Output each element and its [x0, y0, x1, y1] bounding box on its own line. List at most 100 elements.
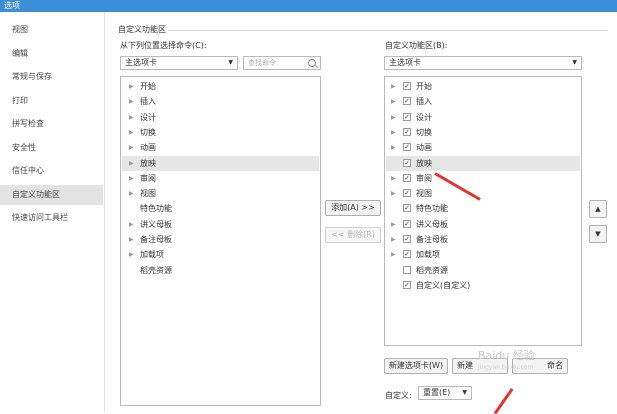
list-item[interactable]: ✓ 特色功能 [386, 201, 580, 216]
triangle-right-icon[interactable]: ▶ [129, 171, 134, 186]
check-icon[interactable]: ✓ [403, 97, 411, 106]
check-icon[interactable]: ✓ [403, 82, 411, 90]
triangle-right-icon[interactable]: ▶ [129, 232, 134, 247]
sidebar-item[interactable]: 快速访问工具栏 [0, 208, 103, 228]
list-item[interactable]: ✓ 放映 [386, 155, 580, 171]
list-item[interactable]: ▶ ✓ 开始 [386, 79, 580, 94]
list-item[interactable]: ▶ ✓ 动画 [386, 140, 580, 155]
list-item[interactable]: ▶ ✓ 审阅 [386, 171, 580, 186]
triangle-right-icon[interactable]: ▶ [391, 171, 396, 186]
triangle-right-icon[interactable]: ▶ [129, 94, 134, 109]
command-search-input[interactable]: 查找命令 [243, 56, 321, 70]
check-icon[interactable] [403, 265, 411, 274]
new-tab-button[interactable]: 新建选项卡(W) [384, 358, 448, 374]
triangle-down-icon: ▼ [595, 230, 601, 238]
list-item[interactable]: ▶ 讲义母板 [122, 217, 319, 232]
left-commands-list[interactable]: ▶ 开始 ▶ 插入 ▶ 设计 ▶ 切换 ▶ 动画 ▶ 放映 ▶ 审阅 ▶ 视图 特色功能 ▶ 讲义母板 ▶ 备注母板 ▶ 加… [120, 76, 321, 406]
right-ribbon-label: 自定义功能区(B): [385, 41, 448, 50]
triangle-right-icon[interactable]: ▶ [129, 156, 134, 171]
triangle-right-icon[interactable]: ▶ [129, 217, 134, 232]
list-item[interactable]: ▶ ✓ 备注母板 [386, 232, 580, 247]
sidebar-item[interactable]: 自定义功能区 [0, 184, 103, 205]
triangle-right-icon[interactable]: ▶ [391, 110, 396, 125]
triangle-right-icon[interactable]: ▶ [391, 186, 396, 201]
list-item[interactable]: ✓ 自定义(自定义) [386, 278, 580, 293]
list-item[interactable]: ▶ 插入 [122, 94, 319, 109]
left-commands-dropdown[interactable]: 主选项卡 ▼ [120, 56, 238, 70]
sidebar-item[interactable]: 常规与保存 [0, 67, 103, 87]
check-icon[interactable]: ✓ [403, 235, 411, 243]
triangle-right-icon[interactable]: ▶ [391, 79, 396, 94]
triangle-right-icon[interactable]: ▶ [129, 125, 134, 140]
window-title: 选项 [4, 1, 20, 10]
move-up-button[interactable]: ▲ [589, 200, 607, 218]
list-item[interactable]: ▶ 审阅 [122, 171, 319, 186]
sidebar-item[interactable]: 视图 [0, 20, 103, 40]
remove-button[interactable]: << 删除(R) [325, 227, 381, 243]
check-icon[interactable]: ✓ [403, 189, 411, 198]
list-item-label: 切换 [140, 127, 156, 137]
list-item[interactable]: 稻壳资源 [386, 263, 580, 278]
triangle-right-icon[interactable]: ▶ [129, 79, 134, 94]
triangle-right-icon[interactable]: ▶ [391, 140, 396, 155]
list-item[interactable]: ▶ 备注母板 [122, 232, 319, 247]
check-icon[interactable]: ✓ [403, 204, 411, 213]
check-icon[interactable]: ✓ [403, 219, 411, 228]
list-item[interactable]: ▶ 开始 [122, 79, 319, 94]
options-sidebar: 视图编辑常规与保存打印拼写检查安全性信任中心自定义功能区 快速访问工具栏 [0, 12, 105, 412]
list-item[interactable]: ▶ ✓ 插入 [386, 94, 580, 109]
list-item[interactable]: ▶ 设计 [122, 110, 319, 125]
sidebar-item[interactable]: 编辑 [0, 44, 103, 64]
watermark-url: jingyan.baidu.com [478, 364, 534, 371]
list-item[interactable]: 特色功能 [122, 201, 319, 216]
check-icon[interactable]: ✓ [403, 143, 411, 152]
list-item-label: 插入 [416, 97, 432, 107]
reset-dropdown-button[interactable]: 重置(E) ▼ [418, 386, 472, 400]
list-item-label: 开始 [416, 82, 432, 91]
list-item-label: 讲义母板 [140, 219, 172, 229]
sidebar-item[interactable]: 打印 [0, 91, 103, 111]
search-icon [308, 59, 316, 67]
list-item[interactable]: ▶ 放映 [122, 155, 319, 171]
list-item[interactable]: ▶ 切换 [122, 125, 319, 140]
sidebar-item[interactable]: 安全性 [0, 138, 103, 158]
list-item-label: 开始 [140, 82, 156, 91]
right-ribbon-dropdown[interactable]: 主选项卡 ▼ [384, 56, 582, 70]
sidebar-item[interactable]: 信任中心 [0, 161, 103, 181]
check-icon[interactable]: ✓ [403, 173, 411, 182]
list-item[interactable]: 稻壳资源 [122, 263, 319, 278]
triangle-right-icon[interactable]: ▶ [129, 247, 134, 262]
add-button[interactable]: 添加(A) >> [325, 200, 381, 216]
list-item[interactable]: ▶ ✓ 视图 [386, 186, 580, 201]
triangle-right-icon[interactable]: ▶ [391, 94, 396, 109]
triangle-right-icon[interactable]: ▶ [391, 125, 396, 140]
list-item[interactable]: ▶ ✓ 加载项 [386, 247, 580, 262]
list-item-label: 稻壳资源 [140, 265, 172, 275]
right-ribbon-list[interactable]: ▶ ✓ 开始 ▶ ✓ 插入 ▶ ✓ 设计 ▶ ✓ 切换 ▶ ✓ 动画 ✓ 放映 ▶ ✓ 审阅 ▶ ✓ 视图 ✓ 特色功能 ▶ ✓ 讲义… [384, 76, 582, 346]
check-icon[interactable]: ✓ [403, 280, 411, 289]
check-icon[interactable]: ✓ [403, 127, 411, 136]
check-icon[interactable]: ✓ [403, 112, 411, 121]
triangle-right-icon[interactable]: ▶ [391, 232, 396, 247]
sidebar-item[interactable]: 拼写检查 [0, 114, 103, 134]
triangle-right-icon[interactable]: ▶ [129, 186, 134, 201]
list-item[interactable]: ▶ 动画 [122, 140, 319, 155]
list-item[interactable]: ▶ ✓ 设计 [386, 110, 580, 125]
triangle-right-icon[interactable]: ▶ [391, 217, 396, 232]
list-item-label: 审阅 [140, 173, 156, 183]
list-item[interactable]: ▶ ✓ 讲义母板 [386, 217, 580, 232]
list-item-label: 设计 [416, 112, 432, 122]
triangle-right-icon[interactable]: ▶ [391, 247, 396, 262]
check-icon[interactable]: ✓ [403, 158, 411, 167]
move-down-button[interactable]: ▼ [589, 225, 607, 243]
section-title: 自定义功能区 [118, 25, 166, 34]
list-item-label: 设计 [140, 112, 156, 122]
list-item[interactable]: ▶ 加载项 [122, 247, 319, 262]
check-icon[interactable]: ✓ [403, 250, 411, 259]
list-item-label: 动画 [416, 143, 432, 153]
triangle-right-icon[interactable]: ▶ [129, 140, 134, 155]
triangle-right-icon[interactable]: ▶ [129, 110, 134, 125]
list-item[interactable]: ▶ 视图 [122, 186, 319, 201]
list-item-label: 加载项 [416, 250, 440, 260]
list-item[interactable]: ▶ ✓ 切换 [386, 125, 580, 140]
